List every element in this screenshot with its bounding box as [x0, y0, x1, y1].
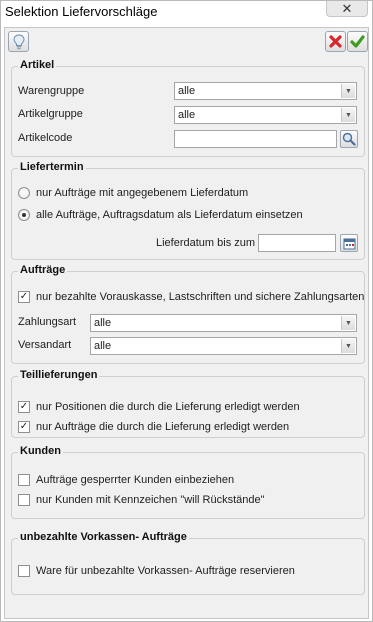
- warengruppe-select[interactable]: alle ▼: [174, 82, 357, 100]
- zahlungsart-value: alle: [94, 317, 112, 329]
- cancel-button[interactable]: [325, 31, 346, 52]
- versandart-value: alle: [94, 340, 112, 352]
- artikelgruppe-value: alle: [178, 109, 196, 121]
- checkmark-icon: [350, 35, 365, 48]
- dialog-body: Artikel Warengruppe alle ▼ Artikelgruppe…: [4, 27, 369, 619]
- positionen-checkbox[interactable]: ✓: [18, 401, 30, 413]
- gesperrte-kunden-checkbox[interactable]: [18, 474, 30, 486]
- positionen-label: nur Positionen die durch die Lieferung e…: [36, 401, 300, 413]
- radio-option-2-label: alle Aufträge, Auftragsdatum als Lieferd…: [36, 209, 303, 221]
- chevron-down-icon: ▼: [341, 316, 355, 330]
- dialog-window: Selektion Liefervorschläge ✕ Artikel War…: [0, 0, 373, 622]
- kennzeichen-checkbox[interactable]: [18, 494, 30, 506]
- versandart-label: Versandart: [18, 339, 72, 351]
- group-teillieferungen: Teillieferungen ✓ nur Positionen die dur…: [11, 369, 365, 438]
- ok-button[interactable]: [347, 31, 368, 52]
- hint-button[interactable]: [8, 31, 29, 52]
- vorauskasse-label: nur bezahlte Vorauskasse, Lastschriften …: [36, 291, 365, 303]
- artikelgruppe-select[interactable]: alle ▼: [174, 106, 357, 124]
- radio-option-2[interactable]: [18, 209, 30, 221]
- cancel-x-icon: [329, 35, 342, 48]
- group-title-kunden: Kunden: [18, 445, 63, 457]
- warengruppe-value: alle: [178, 85, 196, 97]
- versandart-select[interactable]: alle ▼: [90, 337, 357, 355]
- window-close-button[interactable]: ✕: [326, 1, 368, 17]
- group-vorkassen: unbezahlte Vorkassen- Aufträge Ware für …: [11, 531, 365, 595]
- gesperrte-kunden-label: Aufträge gesperrter Kunden einbeziehen: [36, 474, 235, 486]
- artikelcode-input[interactable]: [174, 130, 337, 148]
- artikelgruppe-label: Artikelgruppe: [18, 108, 83, 120]
- window-title: Selektion Liefervorschläge: [5, 4, 158, 19]
- zahlungsart-select[interactable]: alle ▼: [90, 314, 357, 332]
- title-bar: Selektion Liefervorschläge ✕: [1, 1, 372, 23]
- artikelcode-label: Artikelcode: [18, 132, 73, 144]
- zahlungsart-label: Zahlungsart: [18, 316, 77, 328]
- reservieren-checkbox[interactable]: [18, 565, 30, 577]
- radio-option-1-label: nur Aufträge mit angegebenem Lieferdatum: [36, 187, 249, 199]
- group-title-liefertermin: Liefertermin: [18, 161, 86, 173]
- auftraege-erledigt-label: nur Aufträge die durch die Lieferung erl…: [36, 421, 290, 433]
- calendar-icon: [343, 238, 355, 249]
- vorauskasse-checkbox[interactable]: ✓: [18, 291, 30, 303]
- reservieren-label: Ware für unbezahlte Vorkassen- Aufträge …: [36, 565, 295, 577]
- lieferdatum-label: Lieferdatum bis zum: [156, 237, 256, 249]
- kennzeichen-label: nur Kunden mit Kennzeichen "will Rückstä…: [36, 494, 265, 506]
- auftraege-erledigt-checkbox[interactable]: ✓: [18, 421, 30, 433]
- search-icon: [342, 132, 356, 146]
- group-title-auftraege: Aufträge: [18, 264, 68, 276]
- chevron-down-icon: ▼: [341, 84, 355, 98]
- group-title-vorkassen: unbezahlte Vorkassen- Aufträge: [18, 531, 189, 543]
- group-liefertermin: Liefertermin nur Aufträge mit angegebene…: [11, 161, 365, 260]
- group-kunden: Kunden Aufträge gesperrter Kunden einbez…: [11, 445, 365, 519]
- lieferdatum-input[interactable]: [258, 234, 336, 252]
- artikel-search-button[interactable]: [340, 130, 358, 148]
- radio-option-1[interactable]: [18, 187, 30, 199]
- close-icon: ✕: [341, 0, 353, 16]
- chevron-down-icon: ▼: [341, 108, 355, 122]
- calendar-button[interactable]: [340, 234, 358, 252]
- group-title-artikel: Artikel: [18, 59, 57, 71]
- warengruppe-label: Warengruppe: [18, 85, 85, 97]
- toolbar: [5, 28, 368, 56]
- group-auftraege: Aufträge ✓ nur bezahlte Vorauskasse, Las…: [11, 264, 365, 364]
- lightbulb-icon: [12, 33, 25, 49]
- group-title-teillieferungen: Teillieferungen: [18, 369, 100, 381]
- chevron-down-icon: ▼: [341, 339, 355, 353]
- group-artikel: Artikel Warengruppe alle ▼ Artikelgruppe…: [11, 59, 365, 157]
